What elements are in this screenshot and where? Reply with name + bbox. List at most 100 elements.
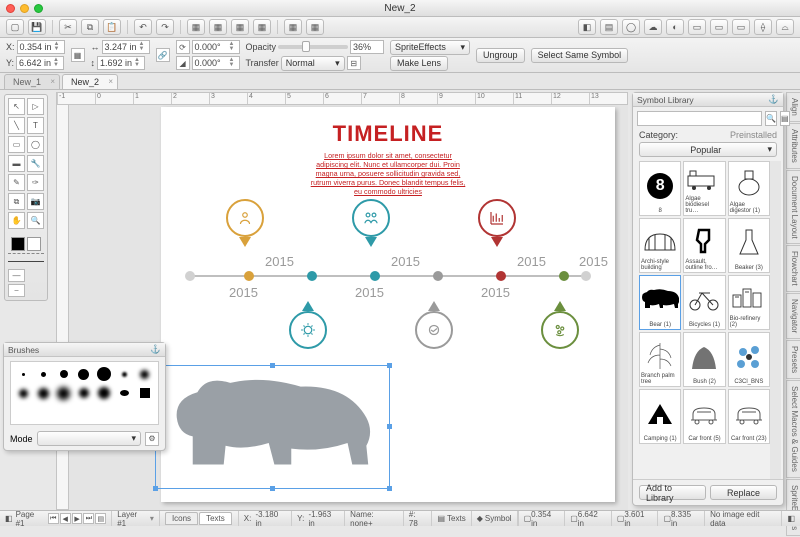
stroke-swatch[interactable]: [11, 237, 25, 251]
link-icon[interactable]: 🔗: [156, 48, 170, 62]
stack-button[interactable]: ▦: [231, 19, 249, 35]
select-same-symbol-button[interactable]: Select Same Symbol: [531, 48, 629, 63]
camera-tool[interactable]: 📷: [27, 193, 44, 210]
side-tab[interactable]: SpriteEffects: [786, 479, 800, 536]
crop-tool[interactable]: ⧉: [8, 193, 25, 210]
copy-button[interactable]: ⧉: [81, 19, 99, 35]
anchor-grid[interactable]: ▦: [71, 48, 85, 62]
side-tab[interactable]: Select Macros & Guides: [786, 380, 800, 478]
line-tool[interactable]: ╲: [8, 117, 25, 134]
ungroup-button[interactable]: Ungroup: [476, 48, 525, 63]
symbol-cell[interactable]: Branch palm tree: [639, 332, 681, 387]
side-tab[interactable]: Document Layout: [786, 170, 800, 245]
symbol-cell[interactable]: Bicycles (1): [683, 275, 725, 330]
add-to-library-button[interactable]: Add to Library: [639, 485, 706, 500]
toolbar-button[interactable]: ☁: [644, 19, 662, 35]
symbol-search-input[interactable]: [637, 111, 762, 126]
brush-library[interactable]: [10, 361, 159, 425]
close-tab-icon[interactable]: ×: [50, 77, 55, 86]
shear-input[interactable]: 0.000°▲▼: [192, 56, 240, 70]
symbol-cell[interactable]: Camping (1): [639, 389, 681, 444]
stroke-style-button[interactable]: ⎯: [8, 284, 25, 297]
brush-settings-button[interactable]: ⚙: [145, 432, 159, 446]
stack-button[interactable]: ▦: [209, 19, 227, 35]
anchor-icon[interactable]: ⚓: [150, 344, 161, 355]
selection-box[interactable]: [155, 365, 390, 489]
fill-swatch[interactable]: [27, 237, 41, 251]
symbol-cell[interactable]: Car front (5): [683, 389, 725, 444]
make-lens-button[interactable]: Make Lens: [390, 56, 448, 71]
symbol-cell[interactable]: Assault, outline fro…: [683, 218, 725, 273]
symbol-cell[interactable]: Archi-style building: [639, 218, 681, 273]
side-tab[interactable]: Presets: [786, 340, 800, 379]
grid-button[interactable]: ▦: [284, 19, 302, 35]
brush-mode-dropdown[interactable]: ▾: [37, 431, 141, 446]
transfer-mode-dropdown[interactable]: Normal▾: [281, 56, 345, 71]
text-tool[interactable]: T: [27, 117, 44, 134]
search-button[interactable]: 🔍: [765, 111, 777, 126]
document-tab[interactable]: New_2×: [62, 74, 118, 89]
prev-page-button[interactable]: ◀: [60, 513, 71, 524]
rotate-input[interactable]: 0.000°▲▼: [192, 40, 240, 54]
next-page-button[interactable]: ▶: [72, 513, 83, 524]
first-page-button[interactable]: ⏮: [48, 513, 59, 524]
brush-tool[interactable]: ✎: [8, 174, 25, 191]
zoom-tool[interactable]: 🔍: [27, 212, 44, 229]
side-tab[interactable]: Navigator: [786, 293, 800, 339]
rect-tool[interactable]: ▭: [8, 136, 25, 153]
grid-button[interactable]: ▦: [306, 19, 324, 35]
replace-button[interactable]: Replace: [710, 485, 777, 500]
symbol-cell[interactable]: Bio-refinery (2): [728, 275, 770, 330]
y-input[interactable]: 6.642 in▲▼: [16, 56, 64, 70]
w-input[interactable]: 3.247 in▲▼: [102, 40, 150, 54]
add-page-button[interactable]: ▤: [95, 513, 106, 524]
symbol-cell[interactable]: Beaker (3): [728, 218, 770, 273]
category-dropdown[interactable]: Popular▾: [639, 142, 777, 157]
anchor-icon[interactable]: ⚓: [768, 94, 779, 105]
opacity-slider[interactable]: [278, 45, 348, 49]
eyedropper-tool[interactable]: ✑: [27, 174, 44, 191]
toolbar-button[interactable]: ▭: [688, 19, 706, 35]
h-input[interactable]: 1.692 in▲▼: [97, 56, 145, 70]
paste-button[interactable]: 📋: [103, 19, 121, 35]
stroke-weight-button[interactable]: —: [8, 269, 25, 282]
last-page-button[interactable]: ⏭: [83, 513, 94, 524]
bottom-tab[interactable]: Icons: [165, 512, 198, 525]
transfer-extra-button[interactable]: ⊟: [347, 56, 361, 70]
stack-button[interactable]: ▦: [253, 19, 271, 35]
symbol-cell[interactable]: 88: [639, 161, 681, 216]
symbol-cell[interactable]: Bear (1): [639, 275, 681, 330]
symbol-cell[interactable]: Car front (23): [728, 389, 770, 444]
toolbar-button[interactable]: ⌓: [776, 19, 794, 35]
hand-tool[interactable]: ✋: [8, 212, 25, 229]
close-tab-icon[interactable]: ×: [108, 77, 113, 86]
x-input[interactable]: 0.354 in▲▼: [17, 40, 65, 54]
toolbar-button[interactable]: 💾: [28, 19, 46, 35]
brushes-panel[interactable]: Brushes⚓ Mode ▾: [3, 342, 166, 451]
select-tool[interactable]: ↖: [8, 98, 25, 115]
wrench-tool[interactable]: 🔧: [27, 155, 44, 172]
symbol-cell[interactable]: Algae digestor (1): [728, 161, 770, 216]
toolbar-button[interactable]: ▭: [710, 19, 728, 35]
ellipse-tool[interactable]: ◯: [27, 136, 44, 153]
fill-tool[interactable]: ▬: [8, 155, 25, 172]
opacity-input[interactable]: 36%: [350, 40, 384, 54]
undo-button[interactable]: ↶: [134, 19, 152, 35]
symbol-cell[interactable]: Bush (2): [683, 332, 725, 387]
toolbar-button[interactable]: ▤: [600, 19, 618, 35]
stack-button[interactable]: ▦: [187, 19, 205, 35]
side-tab[interactable]: Attributes: [786, 123, 800, 169]
redo-button[interactable]: ↷: [156, 19, 174, 35]
cut-button[interactable]: ✂: [59, 19, 77, 35]
symbol-cell[interactable]: C3Cl_BNS: [728, 332, 770, 387]
bottom-tab[interactable]: Texts: [199, 512, 232, 525]
scrollbar[interactable]: [770, 161, 781, 479]
toolbar-button[interactable]: ◯: [622, 19, 640, 35]
toolbar-button[interactable]: ◐: [666, 19, 684, 35]
toolbar-button[interactable]: ◧: [578, 19, 596, 35]
document-tab[interactable]: New_1×: [4, 74, 60, 89]
side-tab[interactable]: Flowchart: [786, 245, 800, 292]
toolbar-button[interactable]: ⟠: [754, 19, 772, 35]
direct-select-tool[interactable]: ▷: [27, 98, 44, 115]
sprite-effects-dropdown[interactable]: SpriteEffects▾: [390, 40, 470, 55]
